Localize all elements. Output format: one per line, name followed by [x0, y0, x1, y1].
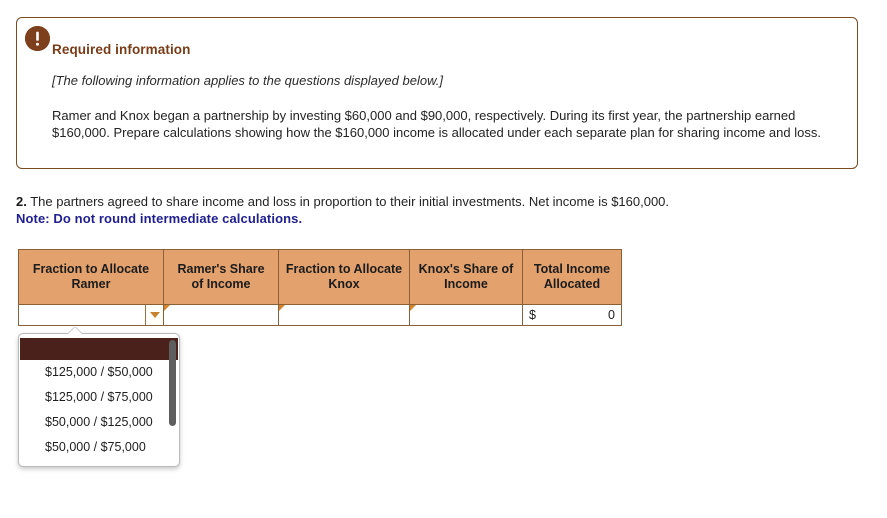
question-number: 2. — [16, 194, 27, 209]
cell-corner-marker-icon — [164, 305, 170, 311]
header-line-1: Total Income — [533, 262, 611, 276]
table-header-row: Fraction to Allocate Ramer Ramer's Share… — [18, 249, 622, 305]
table-row: $ 0 — [18, 304, 622, 326]
required-information-heading: Required information — [52, 42, 191, 57]
dropdown-scrollbar[interactable] — [169, 339, 176, 465]
fraction-allocate-ramer-dropdown-popup[interactable]: $125,000 / $50,000 $125,000 / $75,000 $5… — [18, 333, 180, 467]
header-line-2: Knox — [328, 277, 360, 291]
header-line-1: Fraction to Allocate — [32, 262, 150, 276]
total-income-allocated-value: 0 — [608, 308, 615, 322]
ramer-share-of-income-cell[interactable] — [163, 304, 279, 326]
fraction-allocate-knox-input[interactable] — [279, 306, 409, 324]
fraction-allocate-ramer-select[interactable] — [18, 304, 164, 326]
dropdown-option-2[interactable]: $125,000 / $75,000 — [19, 385, 179, 410]
dropdown-option-blank[interactable] — [20, 338, 178, 360]
dropdown-scrollbar-thumb[interactable] — [169, 340, 176, 426]
header-line-2: Income — [444, 277, 488, 291]
required-information-panel: Required information [The following info… — [16, 17, 858, 169]
dropdown-toggle[interactable] — [145, 305, 163, 325]
cell-corner-marker-icon — [410, 305, 416, 311]
column-header-knox-share-of-income: Knox's Share of Income — [409, 249, 523, 305]
chevron-down-icon — [149, 312, 160, 318]
header-line-1: Knox's Share of — [418, 262, 514, 276]
header-line-2: Ramer — [71, 277, 111, 291]
question-block: 2. The partners agreed to share income a… — [16, 193, 856, 226]
question-note: Note: Do not round intermediate calculat… — [16, 211, 303, 226]
column-header-ramer-share-of-income: Ramer's Share of Income — [163, 249, 279, 305]
column-header-total-income-allocated: Total Income Allocated — [522, 249, 622, 305]
total-income-allocated-cell: $ 0 — [522, 304, 622, 326]
question-line: 2. The partners agreed to share income a… — [16, 193, 856, 210]
knox-share-of-income-cell[interactable] — [409, 304, 523, 326]
header-line-2: of Income — [191, 277, 251, 291]
ramer-share-of-income-input[interactable] — [164, 306, 278, 324]
column-header-fraction-allocate-ramer: Fraction to Allocate Ramer — [18, 249, 164, 305]
dropdown-option-4[interactable]: $50,000 / $75,000 — [19, 435, 179, 460]
question-text: The partners agreed to share income and … — [30, 194, 670, 209]
fraction-allocate-ramer-selected-value — [19, 305, 145, 325]
currency-symbol: $ — [529, 308, 536, 322]
income-allocation-table: Fraction to Allocate Ramer Ramer's Share… — [18, 249, 622, 326]
dropdown-pointer-icon — [68, 327, 82, 334]
dropdown-option-3[interactable]: $50,000 / $125,000 — [19, 410, 179, 435]
dropdown-option-1[interactable]: $125,000 / $50,000 — [19, 360, 179, 385]
header-line-2: Allocated — [543, 277, 601, 291]
column-header-fraction-allocate-knox: Fraction to Allocate Knox — [278, 249, 410, 305]
fraction-allocate-knox-cell[interactable] — [278, 304, 410, 326]
header-line-1: Fraction to Allocate — [285, 262, 403, 276]
dropdown-option-list[interactable]: $125,000 / $50,000 $125,000 / $75,000 $5… — [19, 338, 179, 460]
applies-to-questions-note: [The following information applies to th… — [52, 73, 443, 88]
exclamation-circle-icon — [25, 26, 50, 51]
knox-share-of-income-input[interactable] — [410, 306, 522, 324]
header-line-1: Ramer's Share — [177, 262, 265, 276]
cell-corner-marker-icon — [279, 305, 285, 311]
scenario-body-text: Ramer and Knox began a partnership by in… — [52, 108, 821, 140]
